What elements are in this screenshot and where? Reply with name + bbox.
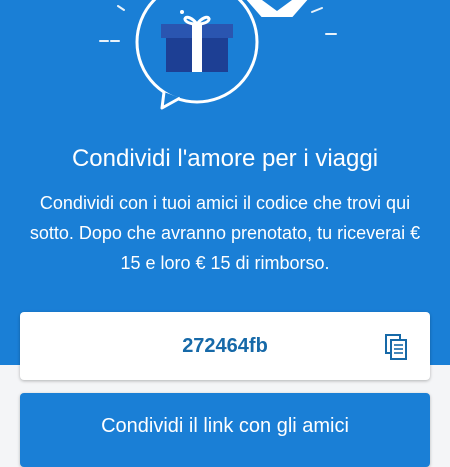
gift-speech-bubble-icon	[99, 0, 337, 110]
share-link-label: Condividi il link con gli amici	[101, 415, 349, 437]
referral-title: Condividi l'amore per i viaggi	[71, 145, 379, 172]
referral-hero: Condividi l'amore per i viaggi Condividi…	[0, 0, 450, 365]
referral-description: Condividi con i tuoi amici il codice che…	[29, 193, 421, 273]
copy-icon[interactable]	[384, 334, 408, 360]
referral-code-card[interactable]: 272464fb	[20, 312, 430, 380]
share-link-button[interactable]: Condividi il link con gli amici	[20, 393, 430, 467]
referral-code[interactable]: 272464fb	[20, 312, 430, 380]
